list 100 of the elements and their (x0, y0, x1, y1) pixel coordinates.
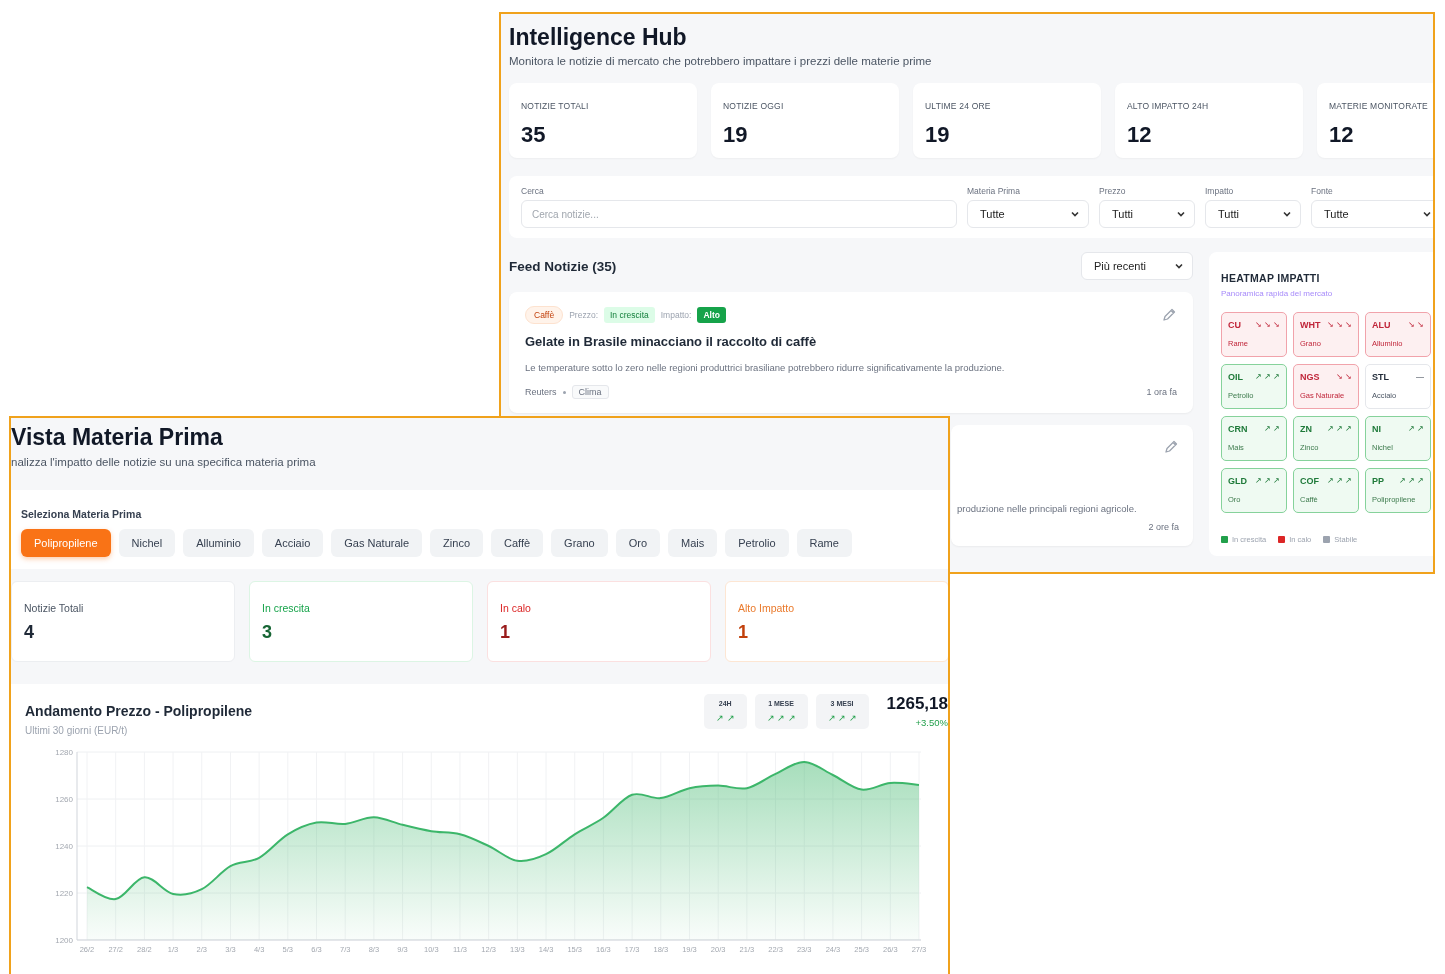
commodity-code: NI (1372, 424, 1381, 434)
current-price: 1265,18 (886, 694, 948, 714)
field-label: Cerca (521, 186, 545, 196)
commodity-chip[interactable]: Acciaio (261, 529, 324, 557)
timestamp: 2 ore fa (1148, 522, 1179, 532)
commodity-chip[interactable]: Grano (551, 529, 608, 557)
trend-arrows: ↗ ↗ ↗ (1398, 476, 1424, 486)
dropdown[interactable]: Tutte (1311, 200, 1433, 228)
trend-arrows: ↗ ↗ ↗ (1254, 476, 1280, 486)
section-label: Seleziona Materia Prima (21, 508, 142, 520)
stat-label: NOTIZIE TOTALI (521, 101, 589, 111)
commodity-chip[interactable]: Alluminio (183, 529, 254, 557)
source-name: Reuters (525, 387, 557, 397)
stat-value: 12 (1329, 122, 1354, 148)
trend-arrows: ↗ ↗ (716, 713, 735, 723)
chart-subtitle: Ultimi 30 giorni (EUR/t) (25, 725, 128, 736)
commodity-code: COF (1300, 476, 1319, 486)
commodity-chip[interactable]: Petrolio (725, 529, 789, 557)
stat-value: 19 (723, 122, 748, 148)
category-tag: Clima (571, 385, 609, 399)
trend-arrows: ↘ ↘ (1335, 372, 1352, 382)
news-title: Gelate in Brasile minacciano il raccolto di caffè (525, 334, 817, 349)
stat-value: 12 (1127, 122, 1152, 148)
commodity-chip[interactable]: Caffè (491, 529, 544, 557)
stat-label: In calo (500, 602, 531, 614)
field-label: Prezzo: (569, 310, 598, 320)
news-card[interactable] (509, 292, 1193, 413)
commodity-chip[interactable]: Nichel (118, 529, 176, 557)
commodity-code: CU (1228, 320, 1241, 330)
separator-dot (562, 390, 566, 394)
y-tick-label: 1240 (55, 842, 73, 851)
timestamp: 1 ora fa (1146, 387, 1177, 397)
chevron-down-icon (1174, 261, 1184, 271)
chart-title: Andamento Prezzo - Polipropilene (25, 703, 253, 719)
stat-value: 35 (521, 122, 546, 148)
commodity-chip[interactable]: Gas Naturale (331, 529, 423, 557)
commodity-code: WHT (1300, 320, 1321, 330)
stat-value: 1 (500, 622, 510, 643)
panel-title: HEATMAP IMPATTI (1221, 272, 1320, 284)
price-change: +3.50% (915, 717, 948, 728)
trend-arrows: ↘ ↘ (1407, 320, 1424, 330)
commodity-code: OIL (1228, 372, 1243, 382)
commodity-code: GLD (1228, 476, 1247, 486)
dropdown[interactable]: Tutte (967, 200, 1089, 228)
dropdown[interactable]: Tutti (1205, 200, 1301, 228)
panel-subtitle: Panoramica rapida del mercato (1221, 289, 1333, 298)
sort-dropdown[interactable]: Più recenti (1081, 252, 1193, 280)
stat-value: 1 (738, 622, 748, 643)
pencil-icon[interactable] (1163, 439, 1179, 455)
y-tick-label: 1260 (55, 795, 73, 804)
impact-badge: Alto (697, 307, 726, 323)
stat-label: Alto Impatto (738, 602, 795, 614)
trend-arrows: — (1416, 372, 1424, 382)
window-title: Intelligence Hub (509, 24, 687, 51)
trend-arrows: ↘ ↘ ↘ (1326, 320, 1352, 330)
stat-value: 3 (262, 622, 272, 643)
commodity-code: PP (1372, 476, 1384, 486)
news-description: Le temperature sotto lo zero nelle regioni produttrici brasiliane potrebbero ridurre significativamente la produzione. (525, 362, 1006, 373)
stat-label: MATERIE MONITORATE (1329, 101, 1428, 111)
stat-label: ULTIME 24 ORE (925, 101, 991, 111)
window-title: Vista Materia Prima (11, 424, 223, 451)
window-subtitle: nalizza l'impatto delle notizie su una specifica materia prima (11, 456, 316, 468)
pencil-icon[interactable] (1161, 307, 1177, 323)
stat-label: Notizie Totali (24, 602, 84, 614)
trend-arrows: ↗ ↗ ↗ (827, 713, 857, 723)
stat-value: 4 (24, 622, 34, 643)
trend-badge: In crescita (604, 307, 655, 323)
trend-arrows: ↗ ↗ ↗ (766, 713, 796, 723)
commodity-chip[interactable]: Zinco (430, 529, 483, 557)
field-label: Impatto (1205, 186, 1235, 196)
trend-arrows: ↗ ↗ (1263, 424, 1280, 434)
y-tick-label: 1220 (55, 889, 73, 898)
field-label: Materia Prima (967, 186, 1021, 196)
search-field[interactable]: Cerca notizie... (521, 200, 957, 228)
chevron-down-icon (1422, 209, 1432, 219)
trend-arrows: ↗ ↗ ↗ (1326, 424, 1352, 434)
trend-arrows: ↗ ↗ ↗ (1326, 476, 1352, 486)
trend-arrows: ↘ ↘ ↘ (1254, 320, 1280, 330)
commodity-code: STL (1372, 372, 1389, 382)
chevron-down-icon (1070, 209, 1080, 219)
commodity-tag: Caffè (525, 306, 564, 324)
trend-arrows: ↗ ↗ ↗ (1254, 372, 1280, 382)
commodity-code: ALU (1372, 320, 1391, 330)
trend-arrows: ↗ ↗ (1407, 424, 1424, 434)
y-tick-label: 1280 (55, 748, 73, 757)
commodity-code: CRN (1228, 424, 1248, 434)
stat-label: In crescita (262, 602, 310, 614)
commodity-chip[interactable]: Rame (796, 529, 852, 557)
commodity-code: ZN (1300, 424, 1312, 434)
commodity-chip[interactable]: Mais (668, 529, 718, 557)
y-tick-label: 1200 (55, 936, 73, 945)
section-title: Feed Notizie (35) (509, 258, 617, 274)
commodity-code: NGS (1300, 372, 1320, 382)
news-card[interactable]: produzione nelle principali regioni agricole. 2 ore fa (951, 425, 1193, 546)
commodity-chip[interactable]: Oro (615, 529, 661, 557)
dropdown[interactable]: Tutti (1099, 200, 1195, 228)
news-description: produzione nelle principali regioni agricole. (957, 503, 1138, 514)
window-subtitle: Monitora le notizie di mercato che potrebbero impattare i prezzi delle materie prime (509, 55, 932, 67)
chevron-down-icon (1282, 209, 1292, 219)
stat-label: NOTIZIE OGGI (723, 101, 784, 111)
